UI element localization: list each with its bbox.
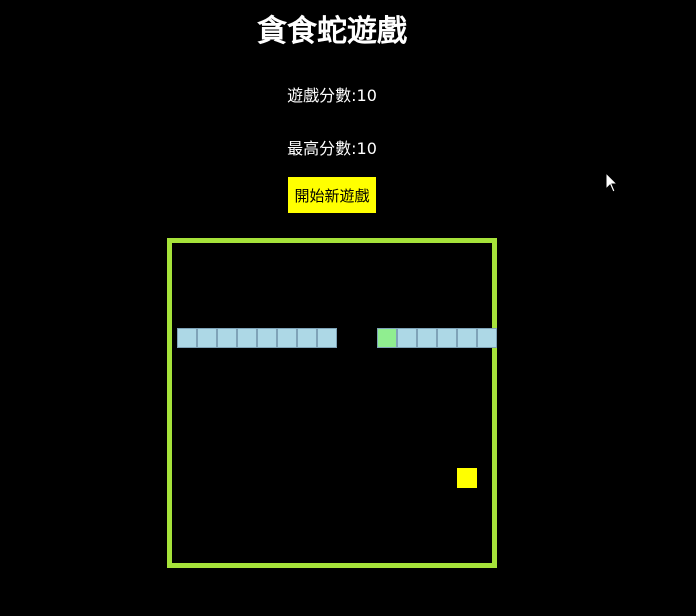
snake-segment <box>237 328 257 348</box>
snake-segment <box>437 328 457 348</box>
snake-head <box>377 328 397 348</box>
mouse-pointer-icon <box>605 172 619 193</box>
snake-segment <box>297 328 317 348</box>
score-value: 10 <box>356 86 377 105</box>
snake-segment <box>177 328 197 348</box>
page-title: 貪食蛇遊戲 <box>257 14 407 49</box>
snake-segment <box>277 328 297 348</box>
snake-segment <box>477 328 497 348</box>
snake-segment <box>257 328 277 348</box>
best-score-label: 最高分數: <box>287 139 357 158</box>
best-score-value: 10 <box>356 139 377 158</box>
snake-segment <box>417 328 437 348</box>
snake-segment <box>197 328 217 348</box>
snake-segment <box>457 328 477 348</box>
game-page: 貪食蛇遊戲 遊戲分數:10 最高分數:10 開始新遊戲 <box>0 0 696 616</box>
snake-segment <box>317 328 337 348</box>
score-label: 遊戲分數: <box>287 86 357 105</box>
best-score: 最高分數:10 <box>0 139 664 159</box>
current-score: 遊戲分數:10 <box>0 86 664 106</box>
new-game-button[interactable]: 開始新遊戲 <box>288 177 376 213</box>
snake-segment <box>397 328 417 348</box>
board-grid <box>177 248 497 568</box>
food-pellet <box>457 468 477 488</box>
game-board[interactable] <box>167 238 497 568</box>
snake-segment <box>217 328 237 348</box>
